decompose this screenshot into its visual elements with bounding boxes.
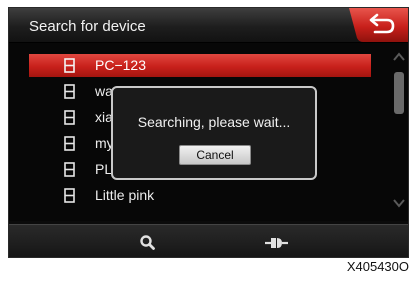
chevron-up-icon[interactable] [393,52,405,62]
figure-caption: X405430O [346,259,409,274]
device-name: Little pink [95,187,155,203]
dialog-message: Searching, please wait... [137,114,291,130]
scroll-thumb[interactable] [394,72,404,114]
cancel-button[interactable]: Cancel [179,145,251,165]
list-item[interactable]: PC−123 [29,54,371,77]
title-bar: Search for device [9,8,408,43]
phone-icon [64,84,75,99]
page-title: Search for device [29,18,146,35]
search-icon [140,235,155,250]
back-button[interactable] [349,8,408,42]
bottom-bar [9,224,408,257]
phone-icon [64,162,75,177]
device-name: PC−123 [95,57,146,73]
device-name: PL [95,161,113,177]
phone-icon [64,58,75,73]
phone-icon [64,136,75,151]
phone-icon [64,110,75,125]
back-arrow-icon [349,8,408,42]
search-button[interactable] [133,232,163,254]
searching-dialog: Searching, please wait... Cancel [111,86,317,180]
scrollbar[interactable] [391,50,407,218]
phone-icon [64,188,75,203]
connect-icon [265,238,288,248]
chevron-down-icon[interactable] [393,198,405,208]
connect-button[interactable] [261,232,291,254]
list-item[interactable]: Little pink [29,184,371,207]
device-search-screen: Search for device PC−123 wa xia my PL Li… [8,7,409,258]
